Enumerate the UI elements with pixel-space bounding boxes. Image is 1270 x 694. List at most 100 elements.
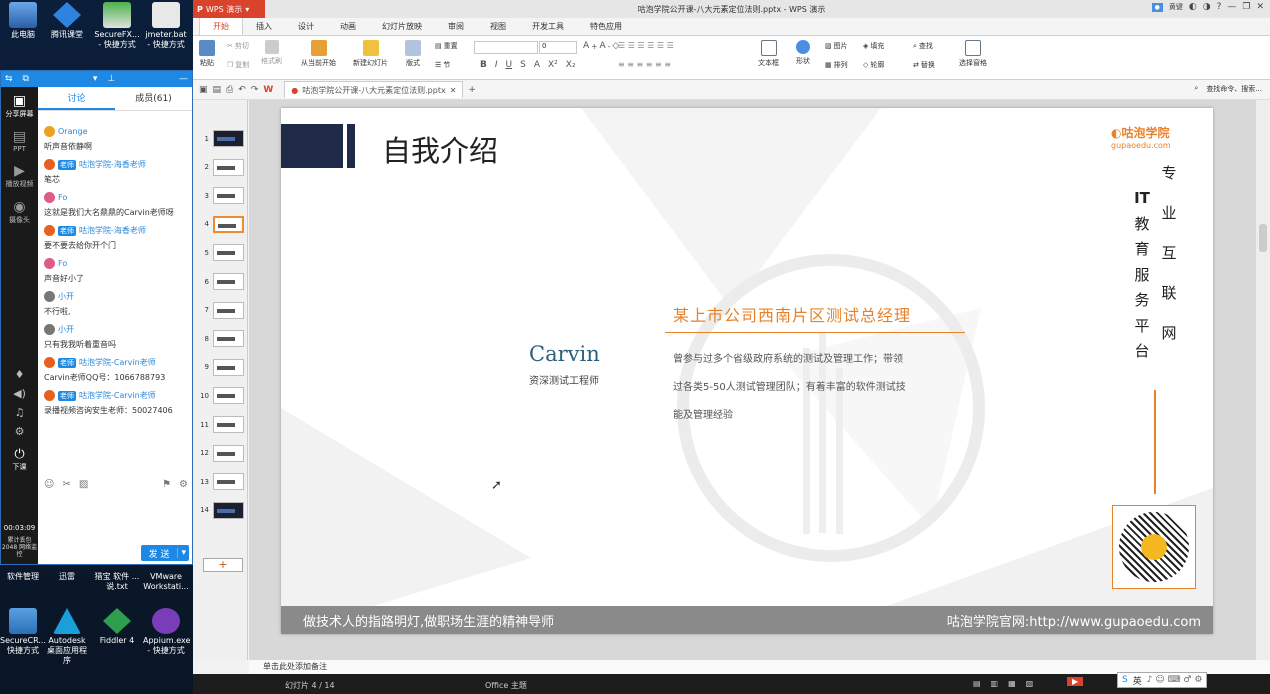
description[interactable]: 曾参与过多个省级政府系统的测试及管理工作；带领 过各类5-50人测试管理团队；有着… [673,346,906,430]
mic-icon[interactable]: ♦ [1,365,38,384]
scrollbar-thumb[interactable] [1259,224,1267,252]
share-screen-button[interactable]: ▣ 分享屏幕 [1,87,38,123]
slide-thumbnail[interactable]: 14 [199,501,244,519]
avatar[interactable] [44,126,55,137]
select-pane-button[interactable]: 选择窗格 [959,40,987,68]
minimize-icon[interactable]: — [179,74,188,84]
desktop-icon-fiddler[interactable]: Fiddler 4 [94,608,140,646]
slide-thumbnail[interactable]: 5 [199,244,244,262]
outline-button[interactable]: ◇ 轮廓 [863,60,884,70]
gift-icon[interactable]: ⚑ [162,479,171,490]
emoji-icon[interactable]: ☺ [44,479,54,490]
avatar[interactable] [44,291,55,302]
format-painter-button[interactable]: 格式刷 [261,40,282,66]
desktop-icon-autodesk[interactable]: Autodesk 桌面应用程序 [44,608,90,666]
desktop-icon-vmware[interactable]: VMware Workstati... [143,572,189,592]
skin-icon[interactable]: ◐ [1189,2,1197,12]
send-button[interactable]: 发 送 ▾ [140,545,189,561]
avatar[interactable] [44,390,55,401]
sender-name[interactable]: 小开 [58,324,74,335]
popout-icon[interactable]: ⧉ [23,74,29,84]
restore-button[interactable]: ❐ [1242,2,1250,12]
camera-button[interactable]: ◉ 摄像头 [1,193,38,229]
picture-button[interactable]: ▨ 图片 [825,41,848,51]
slide-thumbnail[interactable]: 7 [199,301,244,319]
paragraph-buttons[interactable]: ☰ ☰ ☰ ☰ ☰ ☰ [618,41,674,50]
open-icon[interactable]: ▣ [199,85,208,95]
music-icon[interactable]: ♫ [1,403,38,422]
command-search[interactable]: ⌕ 查找命令、搜索... [1194,84,1262,94]
sender-name[interactable]: Fo [58,193,67,202]
image-icon[interactable]: ▨ [79,479,88,490]
from-current-button[interactable]: 从当前开始 [301,40,336,68]
paste-button[interactable]: 粘贴 [199,40,215,68]
tab-discussion[interactable]: 讨论 [38,87,115,110]
username[interactable]: 黄键 [1169,2,1183,12]
view-buttons[interactable]: ▤▥▦▧ [973,679,1043,688]
desktop-icon-securefx[interactable]: SecureFX... - 快捷方式 [94,2,140,50]
slide-thumbnail[interactable]: 1 [199,130,244,147]
close-icon[interactable]: ✕ [450,86,457,95]
slide-thumbnail[interactable]: 8 [199,330,244,348]
avatar[interactable] [44,258,55,269]
slide-thumbnail[interactable]: 13 [199,473,244,491]
section-button[interactable]: ☰ 节 [435,60,450,70]
user-avatar[interactable]: ● [1151,2,1163,12]
slide-thumbnail[interactable]: 12 [199,444,244,462]
position-title[interactable]: 某上市公司西南片区测试总经理 [673,302,911,326]
add-slide-button[interactable]: + [203,558,243,572]
desktop-icon-text-file[interactable]: 猎宝 软件 ...说.txt [94,572,140,592]
layout-button[interactable]: 版式 [405,40,421,68]
save-icon[interactable]: ▤ [213,85,222,95]
reset-button[interactable]: ▤ 重置 [435,41,458,51]
tab-8[interactable]: 特色应用 [577,18,635,35]
help-icon[interactable]: ? [1217,2,1222,12]
desktop-icon-this-pc[interactable]: 此电脑 [0,2,46,40]
font-size-buttons[interactable]: A + A- ◇ [583,41,619,51]
tab-6[interactable]: 视图 [477,18,519,35]
slide-thumbnail[interactable]: 2 [199,158,244,176]
desktop-icon-securecrt[interactable]: SecureCR... 快捷方式 [0,608,46,656]
chevron-down-icon[interactable]: ▾ [177,548,189,558]
tab-0[interactable]: 开始 [199,17,243,35]
desktop-icon-software-mgr[interactable]: 软件管理 [0,572,46,582]
sender-name[interactable]: Fo [58,259,67,268]
redo-icon[interactable]: ↷ [251,85,259,95]
sender-name[interactable]: 咕泡学院-Carvin老师 [79,357,156,368]
find-button[interactable]: ⌕ 查找 [913,41,933,51]
text-format-buttons[interactable]: B I U S A X² X₂ [480,60,576,70]
tab-7[interactable]: 开发工具 [519,18,577,35]
slide-title[interactable]: 自我介绍 [382,128,498,170]
slide-thumbnail[interactable]: 3 [199,187,244,205]
footer-website[interactable]: 咕泡学院官网:http://www.gupaoedu.com [947,611,1201,630]
speaker-icon[interactable]: ◀) [1,384,38,403]
footer-slogan[interactable]: 做技术人的指路明灯,做职场生涯的精神导师 [303,611,554,630]
arrange-button[interactable]: ▦ 排列 [825,60,848,70]
tab-3[interactable]: 动画 [327,18,369,35]
share-icon[interactable]: ◑ [1203,2,1211,12]
slide-thumbnail[interactable]: 10 [199,387,244,405]
avatar[interactable] [44,225,55,236]
desktop-icon-appium[interactable]: Appium.exe - 快捷方式 [143,608,190,656]
align-buttons[interactable]: ≡ ≡ ≡ ≡ ≡ ≡ [618,60,671,69]
minimize-button[interactable]: — [1227,2,1236,12]
presenter-name[interactable]: Carvin [529,342,600,366]
shape-button[interactable]: 形状 [796,40,810,66]
tab-2[interactable]: 设计 [285,18,327,35]
print-icon[interactable]: ⎙ [226,85,233,95]
sender-name[interactable]: 小开 [58,291,74,302]
close-button[interactable]: ✕ [1256,2,1264,12]
font-name-input[interactable] [474,41,538,54]
tab-1[interactable]: 插入 [243,18,285,35]
slide-thumbnail[interactable]: 11 [199,416,244,433]
desktop-icon-tencent-class[interactable]: 腾讯课堂 [44,2,90,40]
textbox-button[interactable]: 文本框 [758,40,779,68]
font-size-input[interactable]: 0 [539,41,577,54]
sender-name[interactable]: Orange [58,127,88,136]
presenter-role[interactable]: 资深测试工程师 [529,372,599,387]
avatar[interactable] [44,357,55,368]
document-tab[interactable]: ● 咕泡学院公开课-八大元素定位法则.pptx ✕ [284,81,464,98]
scissors-icon[interactable]: ✂ [62,479,70,490]
copy-button[interactable]: ❐ 复制 [227,60,249,70]
new-slide-button[interactable]: 新建幻灯片 [353,40,388,68]
